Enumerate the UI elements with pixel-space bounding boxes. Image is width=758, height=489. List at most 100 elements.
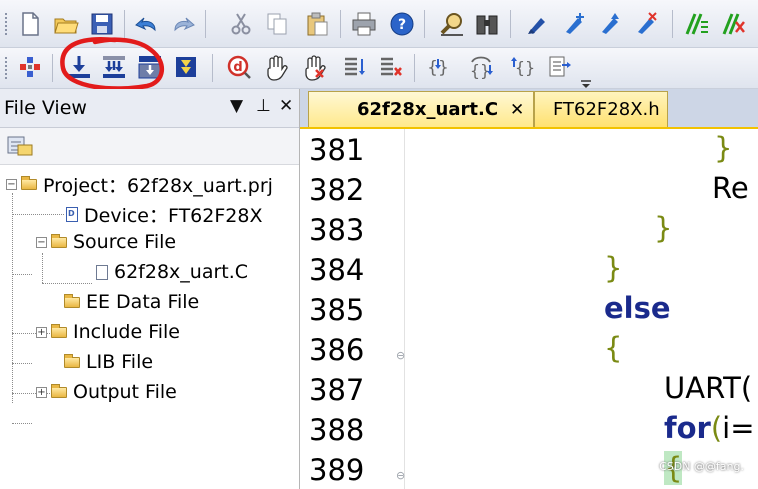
brace-step-out-icon[interactable]: {} <box>506 52 538 82</box>
pin-icon[interactable]: ⊥ <box>256 96 271 116</box>
code-line: UART( <box>664 371 753 405</box>
folder-icon <box>51 323 67 338</box>
code-line: else <box>604 291 671 325</box>
expand-icon[interactable]: + <box>36 326 47 338</box>
tree-item-62f28x-uart-c[interactable]: 62f28x_uart.C <box>96 261 248 283</box>
toolbar-grip[interactable] <box>5 13 10 35</box>
file-view-title: File View <box>4 97 87 119</box>
tab-label: 62f28x_uart.C <box>357 99 499 120</box>
svg-text:{}: {} <box>515 58 535 77</box>
step-icon[interactable]: d <box>223 52 255 82</box>
run-to-cursor-icon[interactable] <box>543 52 575 82</box>
svg-text:?: ? <box>398 17 406 33</box>
line-number: 388 <box>309 413 365 447</box>
line-number: 385 <box>309 293 365 327</box>
tab-label: FT62F28X.h <box>553 99 660 120</box>
editor-tab-bar: 62f28x_uart.C ✕ FT62F28X.h <box>300 89 758 129</box>
tab-close-icon[interactable]: ✕ <box>510 100 524 120</box>
folder-icon <box>21 176 37 190</box>
expand-icon[interactable]: + <box>36 386 47 398</box>
binoculars-icon[interactable] <box>471 9 503 39</box>
bookmark-prev-icon[interactable] <box>594 9 626 39</box>
code-line: for(i= <box>664 411 755 445</box>
svg-text:d: d <box>233 60 242 75</box>
device-icon: D <box>66 207 78 222</box>
line-number: 387 <box>309 373 365 407</box>
debug-run-icon[interactable] <box>170 52 202 82</box>
line-number: 382 <box>309 173 365 207</box>
code-editor: 62f28x_uart.C ✕ FT62F28X.h 381 382 383 3… <box>300 89 758 489</box>
redo-icon[interactable] <box>167 9 199 39</box>
bookmark-clear-icon[interactable] <box>630 9 662 39</box>
bookmark-icon[interactable] <box>521 9 553 39</box>
line-number: 381 <box>309 133 365 167</box>
cut-icon[interactable] <box>225 9 257 39</box>
paren: ( <box>710 411 723 445</box>
print-icon[interactable] <box>348 9 380 39</box>
line-number: 383 <box>309 213 365 247</box>
project-properties-icon[interactable] <box>6 135 34 157</box>
file-view-panel: File View ▼ ⊥ ✕ − Project：62f28x_uart.pr… <box>0 89 300 489</box>
toolbar-grip[interactable] <box>5 57 10 79</box>
standard-toolbar: ? <box>0 0 758 48</box>
brace-step-over-icon[interactable]: {} <box>465 52 497 82</box>
list-clear-icon[interactable] <box>374 52 406 82</box>
download-all-icon[interactable] <box>98 52 130 82</box>
fold-marker-icon[interactable]: ⊖ <box>396 469 405 482</box>
folder-icon <box>64 293 80 308</box>
line-number: 386 <box>309 333 365 367</box>
tree-item-source-file[interactable]: − Source File <box>36 231 176 253</box>
fold-marker-icon[interactable]: ⊖ <box>396 349 405 362</box>
folder-icon <box>64 353 80 368</box>
folder-icon <box>51 233 67 248</box>
save-icon[interactable] <box>86 9 118 39</box>
brace-step-into-icon[interactable]: {} <box>422 52 454 82</box>
toolbar-options-icon[interactable] <box>578 60 594 90</box>
undo-icon[interactable] <box>131 9 163 39</box>
keyword-for: for <box>664 411 711 445</box>
tree-item-device[interactable]: D Device：FT62F28X <box>66 201 262 228</box>
panel-menu-dropdown-icon[interactable]: ▼ <box>230 96 243 116</box>
download-icon[interactable] <box>63 52 95 82</box>
project-settings-icon[interactable] <box>14 52 46 82</box>
find-icon[interactable] <box>436 9 468 39</box>
close-icon[interactable]: ✕ <box>279 96 293 116</box>
file-view-toolbar <box>0 128 299 165</box>
svg-text:{}: {} <box>470 61 490 80</box>
line-number: 384 <box>309 253 365 287</box>
help-icon[interactable]: ? <box>386 9 418 39</box>
code-line: { <box>604 331 623 365</box>
collapse-icon[interactable]: − <box>6 179 17 190</box>
copy-icon[interactable] <box>261 9 293 39</box>
code-line: } <box>714 131 733 165</box>
paste-icon[interactable] <box>301 9 333 39</box>
tree-item-ee-data-file[interactable]: EE Data File <box>64 291 199 313</box>
code-token: i= <box>722 411 755 445</box>
comment-icon[interactable] <box>681 9 713 39</box>
watermark: CSDN @@fang. <box>659 460 744 473</box>
line-number: 389 <box>309 453 365 487</box>
code-line: } <box>654 211 673 245</box>
code-line: Re <box>712 171 749 205</box>
tree-item-include-file[interactable]: + Include File <box>36 321 180 343</box>
open-folder-icon[interactable] <box>50 9 82 39</box>
hand-stop-icon[interactable] <box>298 52 330 82</box>
tree-item-output-file[interactable]: + Output File <box>36 381 177 403</box>
code-area[interactable]: 381 382 383 384 385 386 387 388 389 ⊖ ⊖ … <box>300 129 758 489</box>
file-view-header: File View ▼ ⊥ ✕ <box>0 89 299 128</box>
new-file-icon[interactable] <box>14 9 46 39</box>
tree-item-lib-file[interactable]: LIB File <box>64 351 153 373</box>
tab-62f28x-uart-c[interactable]: 62f28x_uart.C ✕ <box>308 91 534 127</box>
list-icon[interactable] <box>338 52 370 82</box>
hand-icon[interactable] <box>260 52 292 82</box>
uncomment-icon[interactable] <box>718 9 750 39</box>
collapse-icon[interactable]: − <box>36 236 47 248</box>
tab-ft62f28x-h[interactable]: FT62F28X.h <box>534 91 668 127</box>
code-line: } <box>604 251 623 285</box>
folder-icon <box>51 383 67 398</box>
tree-item-project[interactable]: − Project：62f28x_uart.prj <box>6 171 273 198</box>
download-run-icon[interactable] <box>134 52 166 82</box>
bookmark-next-icon[interactable] <box>558 9 590 39</box>
debug-toolbar: d {} {} {} <box>0 48 758 89</box>
file-icon <box>96 264 108 280</box>
